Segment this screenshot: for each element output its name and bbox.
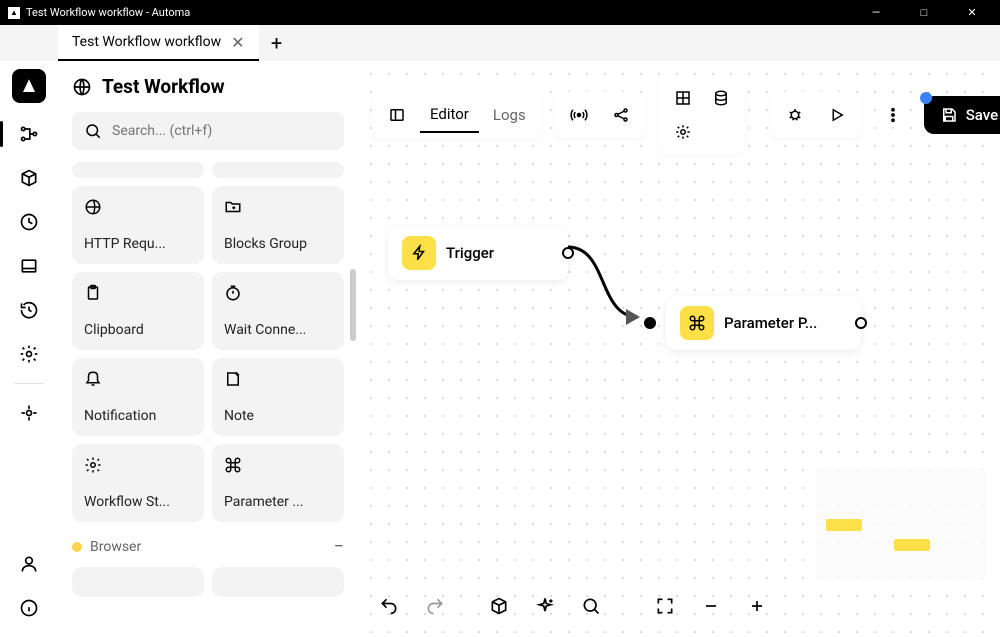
- timer-icon: [224, 284, 332, 306]
- block-clipboard[interactable]: Clipboard: [72, 272, 204, 350]
- block-parameter[interactable]: Parameter ...: [212, 444, 344, 522]
- note-icon: [224, 370, 332, 392]
- blocks-sidebar: Test Workflow HTTP Requ... Blocks Group: [58, 61, 358, 637]
- nav-history-icon[interactable]: [8, 289, 50, 331]
- block-card[interactable]: [212, 567, 344, 597]
- minimap[interactable]: [816, 469, 986, 579]
- block-blocks-group[interactable]: Blocks Group: [212, 186, 344, 264]
- tab-label: Test Workflow workflow: [72, 34, 221, 50]
- minimap-node: [894, 539, 930, 551]
- category-dot-icon: [72, 542, 82, 552]
- nav-settings-icon[interactable]: [8, 333, 50, 375]
- tab-logs[interactable]: Logs: [483, 98, 536, 132]
- nav-account-icon[interactable]: [8, 543, 50, 585]
- search-box[interactable]: [72, 112, 344, 150]
- nav-element-icon[interactable]: [8, 392, 50, 434]
- clipboard-icon: [84, 284, 192, 306]
- more-icon[interactable]: [874, 98, 912, 132]
- debug-icon[interactable]: [776, 98, 814, 132]
- save-icon: [940, 106, 958, 124]
- tab-editor[interactable]: Editor: [420, 97, 479, 133]
- nav-package-icon[interactable]: [8, 157, 50, 199]
- collapse-icon[interactable]: −: [334, 536, 344, 557]
- globe-icon: [84, 198, 192, 220]
- tab-bar: Test Workflow workflow ✕ +: [0, 25, 1000, 61]
- minimize-button[interactable]: —: [864, 6, 888, 19]
- undo-icon[interactable]: [372, 589, 406, 623]
- node-parameter[interactable]: Parameter P...: [666, 296, 861, 350]
- table-icon[interactable]: [666, 83, 700, 113]
- tab-active[interactable]: Test Workflow workflow ✕: [58, 25, 259, 61]
- share-icon[interactable]: [602, 98, 640, 132]
- bell-icon: [84, 370, 192, 392]
- minimap-node: [826, 519, 862, 531]
- node-input-handle[interactable]: [644, 317, 656, 329]
- settings-icon[interactable]: [666, 117, 700, 147]
- block-card[interactable]: [72, 162, 204, 178]
- block-note[interactable]: Note: [212, 358, 344, 436]
- app-icon: ▲: [8, 7, 20, 19]
- block-card[interactable]: [72, 567, 204, 597]
- workflow-title: Test Workflow: [102, 75, 225, 98]
- logo-icon[interactable]: [12, 69, 46, 103]
- title-bar: ▲ Test Workflow workflow - Automa — □ ✕: [0, 0, 1000, 25]
- node-output-handle[interactable]: [562, 247, 574, 259]
- category-browser[interactable]: Browser −: [72, 536, 344, 557]
- block-notification[interactable]: Notification: [72, 358, 204, 436]
- lightning-icon: [402, 236, 436, 270]
- save-button[interactable]: Save: [924, 96, 1000, 134]
- tab-close-icon[interactable]: ✕: [231, 33, 244, 52]
- command-icon: [680, 306, 714, 340]
- block-card[interactable]: [212, 162, 344, 178]
- maximize-button[interactable]: □: [912, 6, 936, 19]
- magic-icon[interactable]: [528, 589, 562, 623]
- package-icon[interactable]: [482, 589, 516, 623]
- run-icon[interactable]: [818, 98, 856, 132]
- globe-icon: [72, 77, 92, 97]
- node-trigger[interactable]: Trigger: [388, 226, 568, 280]
- block-workflow-state[interactable]: Workflow St...: [72, 444, 204, 522]
- canvas[interactable]: Editor Logs: [358, 61, 1000, 637]
- zoom-out-icon[interactable]: [694, 589, 728, 623]
- command-icon: [224, 456, 332, 478]
- redo-icon[interactable]: [418, 589, 452, 623]
- search-canvas-icon[interactable]: [574, 589, 608, 623]
- search-icon: [84, 122, 102, 140]
- window-title: Test Workflow workflow - Automa: [26, 6, 190, 19]
- search-input[interactable]: [112, 123, 332, 139]
- gear-icon: [84, 456, 192, 478]
- left-rail: [0, 61, 58, 637]
- folder-icon: [224, 198, 332, 220]
- new-tab-button[interactable]: +: [259, 25, 295, 61]
- nav-storage-icon[interactable]: [8, 245, 50, 287]
- nav-workflows-icon[interactable]: [8, 113, 50, 155]
- node-output-handle[interactable]: [855, 317, 867, 329]
- nav-info-icon[interactable]: [8, 587, 50, 629]
- scrollbar-thumb[interactable]: [350, 269, 356, 341]
- block-wait-connections[interactable]: Wait Conne...: [212, 272, 344, 350]
- nav-schedule-icon[interactable]: [8, 201, 50, 243]
- broadcast-icon[interactable]: [560, 98, 598, 132]
- close-button[interactable]: ✕: [960, 6, 984, 19]
- fit-view-icon[interactable]: [648, 589, 682, 623]
- block-http-request[interactable]: HTTP Requ...: [72, 186, 204, 264]
- toggle-panel-icon[interactable]: [378, 98, 416, 132]
- database-icon[interactable]: [704, 83, 738, 113]
- unsaved-indicator: [920, 92, 932, 104]
- zoom-in-icon[interactable]: [740, 589, 774, 623]
